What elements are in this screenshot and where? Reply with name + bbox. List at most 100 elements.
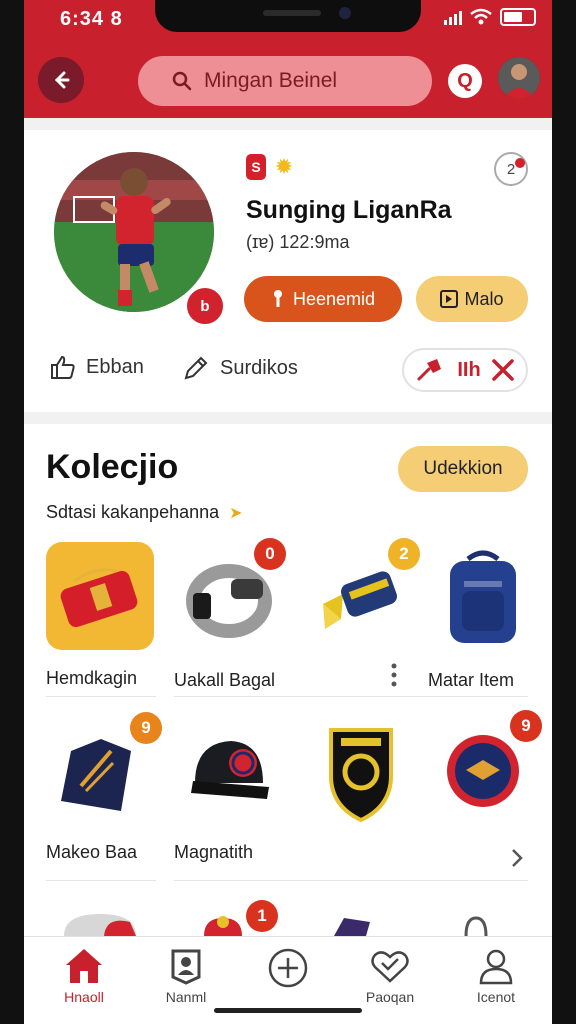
profile-meta: (ɪɐ) 122:9ma — [246, 232, 350, 252]
status-icons — [444, 8, 536, 26]
chevron-right-icon[interactable] — [510, 848, 524, 868]
app-screen: 6:34 8 Mingan Beinel Q b S ✹ 2 Sunging L… — [24, 0, 552, 1024]
notification-count: 2 — [506, 160, 516, 178]
avatar-badge: b — [184, 285, 226, 327]
rival-button[interactable]: IIh — [402, 348, 528, 392]
primary-action-label: Heenemid — [292, 288, 376, 309]
collection-item[interactable]: 2 — [306, 538, 420, 670]
chevron-right-icon: ➤ — [229, 504, 243, 522]
notification-button[interactable]: 2 — [494, 152, 528, 186]
row-divider — [46, 880, 156, 881]
primary-action-button[interactable]: Heenemid — [244, 276, 402, 322]
brand-badge-icon: S — [246, 154, 266, 180]
row-divider — [174, 696, 528, 697]
battery-icon — [500, 8, 536, 26]
search-bar[interactable]: Mingan Beinel — [138, 56, 432, 106]
like-label: Ebban — [86, 355, 144, 378]
play-box-icon — [440, 290, 459, 308]
pin-icon — [417, 359, 442, 381]
collection-subtitle-link[interactable]: Sdtasi kakanpehanna ➤ — [46, 502, 243, 523]
avatar-badge-label: b — [200, 297, 210, 315]
edit-label: Surdikos — [220, 356, 298, 379]
row-divider — [46, 696, 156, 697]
red-bag-icon — [60, 568, 138, 628]
user-icon — [479, 949, 513, 985]
edit-action[interactable]: Surdikos — [182, 354, 298, 382]
row-divider — [174, 880, 528, 881]
front-camera — [339, 7, 351, 19]
scarf-item-icon[interactable] — [326, 914, 376, 936]
add-circle-icon — [268, 948, 308, 988]
heart-chat-icon — [371, 951, 409, 983]
collection-subtitle: Sdtasi kakanpehanna — [46, 502, 220, 522]
collection-item[interactable] — [306, 716, 418, 842]
sun-icon: ✹ — [274, 154, 294, 179]
secondary-action-button[interactable]: Malo — [416, 276, 528, 322]
thumbs-up-icon — [51, 355, 75, 379]
keychain-item-icon[interactable] — [454, 914, 494, 936]
nav-favorites-label: Paoqan — [365, 989, 415, 1005]
brand-badge-letter: S — [251, 159, 261, 175]
collection-item[interactable]: Matar Item — [428, 542, 540, 691]
nav-favorites[interactable]: Paoqan — [350, 947, 430, 1005]
item-count-badge: 9 — [130, 712, 162, 744]
item-count-badge: 1 — [246, 900, 278, 932]
nav-clubs-label: Nanml — [165, 989, 207, 1005]
back-button[interactable] — [38, 57, 84, 103]
collection-title: Kolecjio — [46, 448, 179, 486]
item-label: Uakall Bagal — [174, 670, 276, 690]
collection-item[interactable]: Magnatith — [174, 716, 286, 863]
item-label: Matar Item — [428, 670, 515, 690]
header-avatar[interactable] — [498, 57, 540, 99]
collection-item[interactable]: 9 Makeo Baa — [46, 712, 162, 863]
item-label: Hemdkagin — [46, 668, 138, 688]
helmet-item-icon[interactable] — [60, 910, 140, 936]
speaker-grille — [263, 10, 321, 16]
crest-badge-icon — [329, 728, 393, 823]
cap-icon — [191, 741, 269, 799]
secondary-action-label: Malo — [464, 288, 504, 309]
home-indicator[interactable] — [214, 1008, 362, 1013]
item-label: Magnatith — [174, 842, 254, 862]
notification-dot — [515, 158, 525, 168]
crossed-swords-icon — [491, 359, 514, 381]
football-player-image — [54, 152, 214, 312]
medal-item-icon[interactable] — [198, 914, 248, 936]
collection-button[interactable]: Udekkion — [398, 446, 528, 492]
nav-home-label: Hnaoll — [64, 989, 104, 1005]
quick-action-button[interactable]: Q — [448, 64, 482, 98]
quick-action-label: Q — [457, 69, 473, 92]
back-arrow-icon — [54, 71, 70, 89]
profile-name: Sunging LiganRa — [246, 196, 452, 224]
item-count-badge: 2 — [388, 538, 420, 570]
collection-item[interactable]: 0 Uakall Bagal — [174, 538, 286, 691]
profile-card: b S ✹ 2 Sunging LiganRa (ɪɐ) 122:9ma Hee… — [24, 130, 552, 412]
home-icon — [66, 949, 102, 983]
camera-notch — [155, 0, 421, 32]
collection-section: Kolecjio Udekkion Sdtasi kakanpehanna ➤ … — [24, 424, 552, 936]
item-count-badge: 9 — [510, 710, 542, 742]
title-icons: S ✹ — [246, 154, 296, 180]
phone-frame: 6:34 8 Mingan Beinel Q b S ✹ 2 Sunging L… — [0, 0, 576, 1024]
search-icon — [172, 71, 192, 91]
item-count-badge: 0 — [254, 538, 286, 570]
collection-item[interactable]: Hemdkagin — [46, 542, 158, 689]
nav-clubs[interactable]: Nanml — [146, 947, 226, 1005]
pencil-icon — [184, 356, 208, 380]
nav-home[interactable]: Hnaoll — [44, 947, 124, 1005]
signal-icon — [444, 9, 462, 25]
item-label: Makeo Baa — [46, 842, 138, 862]
app-header: 6:34 8 Mingan Beinel Q — [24, 0, 552, 118]
search-text: Mingan Beinel — [204, 69, 338, 92]
more-options-icon[interactable] — [388, 662, 400, 688]
collection-item[interactable]: 9 — [428, 710, 542, 842]
backpack-icon — [450, 550, 516, 643]
key-icon — [273, 290, 282, 307]
user-avatar-icon — [498, 57, 540, 99]
badge-person-icon — [171, 949, 201, 985]
nav-account-label: Icenot — [476, 989, 516, 1005]
nav-account[interactable]: Icenot — [456, 947, 536, 1005]
nav-add[interactable] — [248, 947, 328, 993]
like-action[interactable]: Ebban — [50, 354, 144, 380]
profile-photo[interactable] — [54, 152, 214, 312]
